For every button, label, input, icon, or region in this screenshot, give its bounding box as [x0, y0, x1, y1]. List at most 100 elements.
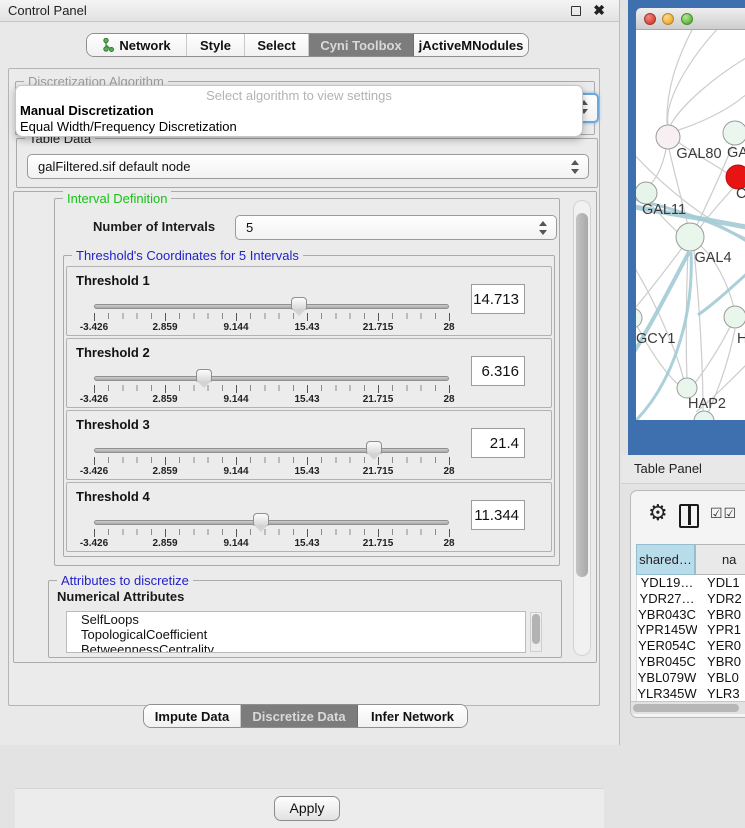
node-bottom[interactable]	[694, 411, 714, 420]
table-header-row: shared… na	[636, 544, 745, 575]
threshold-3-slider[interactable]: -3.4262.8599.14415.4321.71528	[94, 445, 449, 475]
slider-tick-label: 15.43	[294, 538, 319, 549]
dropdown-option-manual[interactable]: Manual Discretization	[16, 103, 582, 119]
threshold-4-value-field[interactable]: 11.344	[471, 500, 525, 530]
dropdown-option-equal-width[interactable]: Equal Width/Frequency Discretization	[16, 119, 582, 135]
slider-tick-label: 9.144	[223, 322, 248, 333]
table-cell[interactable]: YPR1	[697, 622, 745, 638]
settings-scrollbar[interactable]	[573, 200, 591, 656]
slider-handle[interactable]	[291, 297, 307, 310]
close-icon[interactable]: ✖	[593, 2, 605, 19]
table-cell[interactable]: YBR0	[697, 607, 745, 623]
tab-style[interactable]: Style	[187, 34, 245, 56]
table-cell[interactable]: YLR345W	[637, 686, 697, 701]
tab-network[interactable]: Network	[87, 34, 187, 56]
slider-ticks: -3.4262.8599.14415.4321.71528	[94, 385, 449, 391]
slider-tick-label: 9.144	[223, 394, 248, 405]
table-cell[interactable]: YBL079W	[637, 670, 697, 686]
table-row[interactable]: YLR345WYLR3	[637, 686, 745, 701]
table-cell[interactable]: YER0	[697, 638, 745, 654]
slider-tick-label: 15.43	[294, 394, 319, 405]
table-panel-title: Table Panel	[634, 461, 702, 476]
node-gcy1[interactable]	[636, 308, 642, 328]
table-row[interactable]: YBR043CYBR0	[637, 607, 745, 623]
slider-major-tick	[307, 385, 308, 393]
tab-impute-data[interactable]: Impute Data	[144, 705, 241, 727]
number-of-intervals-combobox[interactable]: 5	[235, 215, 557, 240]
table-cell[interactable]: YDR27…	[637, 591, 697, 607]
column-header-shared-name[interactable]: shared…	[636, 544, 695, 575]
slider-major-tick	[165, 457, 166, 465]
tab-cyni-toolbox[interactable]: Cyni Toolbox	[309, 34, 414, 56]
float-window-icon[interactable]	[571, 6, 581, 16]
table-cell[interactable]: YPR145W	[637, 622, 697, 638]
settings-group: Interval Definition Number of Intervals …	[13, 191, 597, 663]
slider-track	[94, 520, 449, 525]
table-data-combobox[interactable]: galFiltered.sif default node	[27, 154, 589, 179]
minimize-traffic-light-icon[interactable]	[662, 13, 674, 25]
node-hap2[interactable]	[677, 378, 697, 398]
number-of-intervals-label: Number of Intervals	[93, 219, 215, 234]
table-cell[interactable]: YDL1	[697, 575, 745, 591]
numerical-attributes-list[interactable]: SelfLoopsTopologicalCoefficientBetweenne…	[66, 611, 526, 653]
apply-button[interactable]: Apply	[274, 796, 340, 821]
tab-select[interactable]: Select	[245, 34, 309, 56]
threshold-4-slider[interactable]: -3.4262.8599.14415.4321.71528	[94, 517, 449, 547]
threshold-2-slider[interactable]: -3.4262.8599.14415.4321.71528	[94, 373, 449, 403]
scrollbar-thumb[interactable]	[532, 614, 540, 644]
threshold-3-box: Threshold 3 -3.4262.8599.14415.4321.7152…	[66, 410, 552, 480]
table-cell[interactable]: YDL19…	[637, 575, 697, 591]
tab-jactivemnodules[interactable]: jActiveMNodules	[414, 34, 528, 56]
threshold-2-value-field[interactable]: 6.316	[471, 356, 525, 386]
top-tab-bar: Network Style Select Cyni Toolbox jActiv…	[86, 33, 529, 57]
network-canvas[interactable]: GAL80 GA C GAL11 GAL4 GCY1 H HAP2	[636, 30, 745, 420]
node-gal4[interactable]	[676, 223, 704, 251]
table-row[interactable]: YDL19…YDL1	[637, 575, 745, 591]
table-row[interactable]: YDR27…YDR2	[637, 591, 745, 607]
table-row[interactable]: YER054CYER0	[637, 638, 745, 654]
table-cell[interactable]: YBR045C	[637, 654, 697, 670]
slider-handle[interactable]	[366, 441, 382, 454]
table-horizontal-scrollbar[interactable]	[631, 701, 745, 714]
table-row[interactable]: YPR145WYPR1	[637, 622, 745, 638]
close-traffic-light-icon[interactable]	[644, 13, 656, 25]
split-columns-icon[interactable]	[679, 504, 699, 528]
threshold-4-label: Threshold 4	[76, 489, 150, 504]
node-h[interactable]	[724, 306, 745, 328]
table-row[interactable]: YBL079WYBL0	[637, 670, 745, 686]
interval-definition-title: Interval Definition	[63, 191, 171, 206]
threshold-1-slider[interactable]: -3.4262.8599.14415.4321.71528	[94, 301, 449, 331]
table-cell[interactable]: YER054C	[637, 638, 697, 654]
column-header-name[interactable]: na	[695, 544, 745, 575]
table-cell[interactable]: YDR2	[697, 591, 745, 607]
table-cell[interactable]: YBR0	[697, 654, 745, 670]
slider-major-tick	[449, 457, 450, 465]
network-window-titlebar[interactable]	[636, 8, 745, 30]
tab-discretize-data[interactable]: Discretize Data	[241, 705, 358, 727]
table-cell[interactable]: YLR3	[697, 686, 745, 701]
interval-definition-group: Interval Definition Number of Intervals …	[54, 198, 560, 566]
node-ga[interactable]	[723, 121, 745, 145]
scrollbar-thumb[interactable]	[576, 213, 588, 577]
attribute-item[interactable]: SelfLoops	[67, 612, 525, 627]
tab-infer-network[interactable]: Infer Network	[358, 705, 467, 727]
threshold-1-value-field[interactable]: 14.713	[471, 284, 525, 314]
select-columns-checkboxes-icon[interactable]: ☑☑	[710, 505, 737, 522]
slider-handle[interactable]	[196, 369, 212, 382]
attribute-item[interactable]: TopologicalCoefficient	[67, 627, 525, 642]
table-row[interactable]: YBR045CYBR0	[637, 654, 745, 670]
slider-tick-label: 28	[443, 394, 454, 405]
attributes-scrollbar[interactable]	[530, 612, 542, 652]
gear-icon[interactable]: ⚙	[648, 500, 668, 526]
table-cell[interactable]: YBL0	[697, 670, 745, 686]
threshold-3-value-field[interactable]: 21.4	[471, 428, 525, 458]
slider-tick-label: 21.715	[363, 322, 394, 333]
scrollbar-thumb[interactable]	[633, 704, 739, 712]
slider-tick-label: 21.715	[363, 394, 394, 405]
attribute-item[interactable]: BetweennessCentrality	[67, 642, 525, 653]
slider-handle[interactable]	[253, 513, 269, 526]
node-gal11[interactable]	[636, 182, 657, 204]
table-cell[interactable]: YBR043C	[637, 607, 697, 623]
table-panel-toolbar: ⚙ ☑☑	[631, 491, 745, 543]
zoom-traffic-light-icon[interactable]	[681, 13, 693, 25]
